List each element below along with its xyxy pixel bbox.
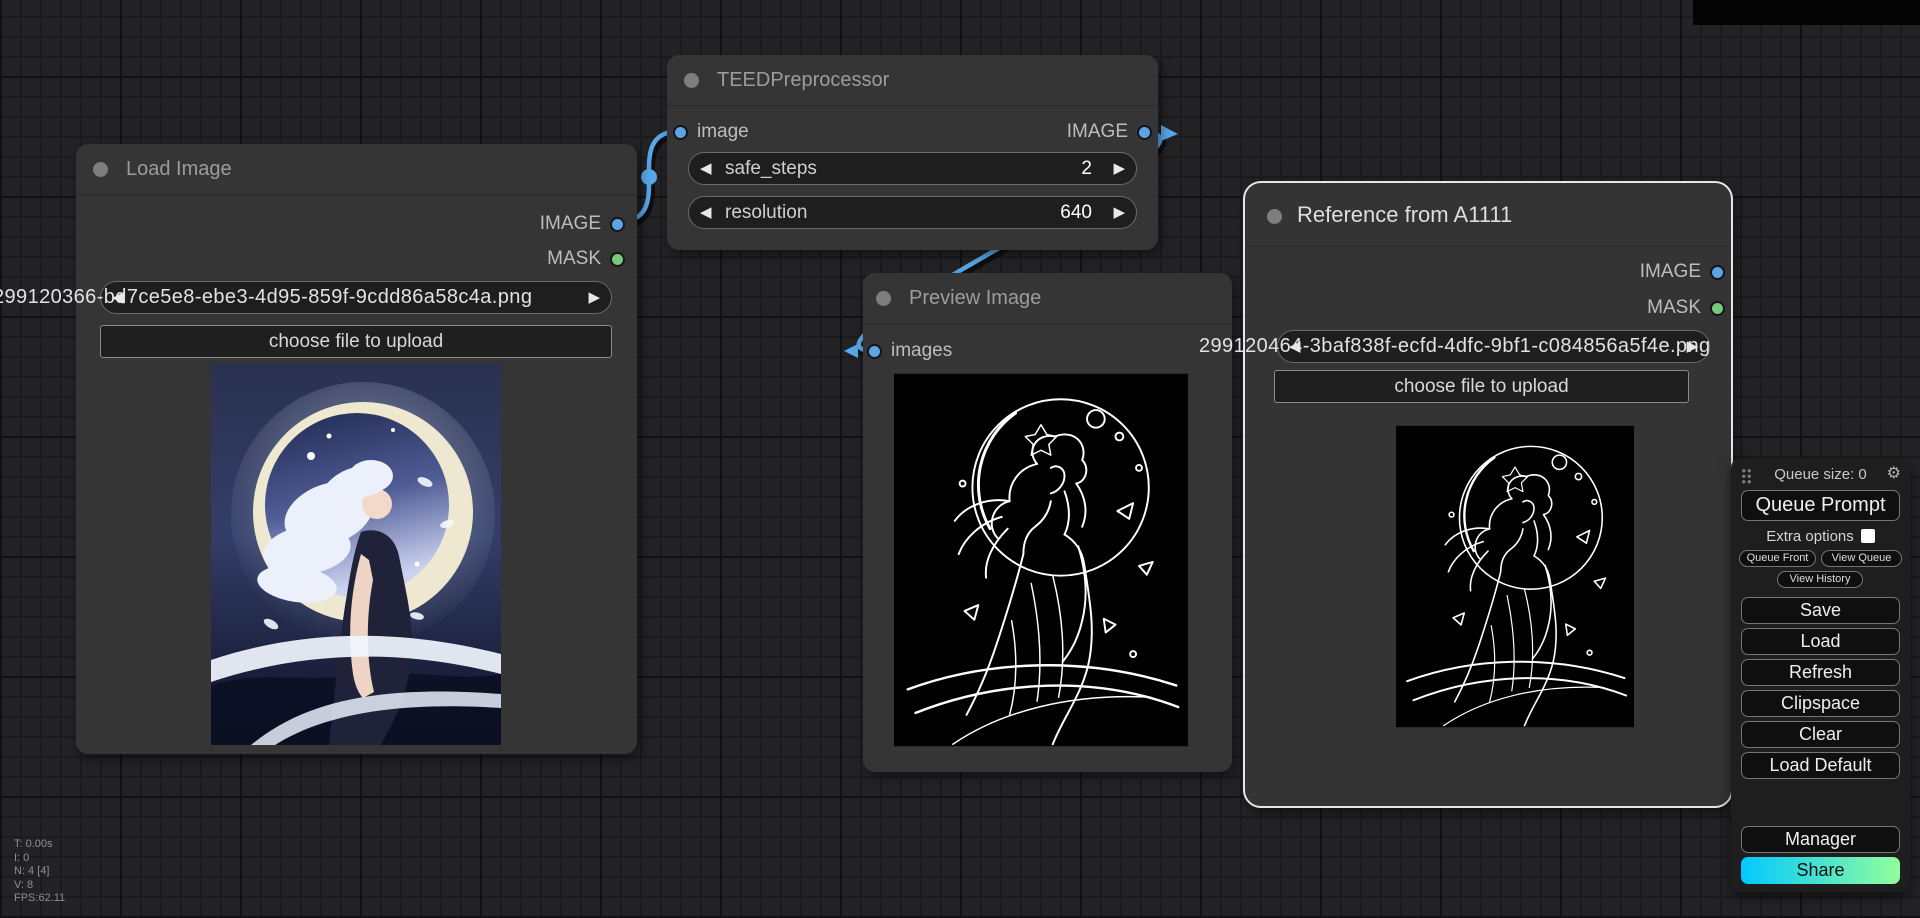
next-value-arrow-icon[interactable]: ▶ <box>588 282 600 313</box>
safe-steps-widget[interactable]: ◀ safe_steps 2 ▶ <box>688 152 1137 185</box>
input-label: image <box>697 121 749 143</box>
view-history-button[interactable]: View History <box>1777 571 1863 588</box>
output-label: MASK <box>547 248 601 270</box>
node-header[interactable]: Load Image <box>76 144 637 195</box>
images-input-dot[interactable] <box>867 344 882 359</box>
loaded-image-preview <box>211 364 501 745</box>
extra-options-checkbox[interactable] <box>1861 529 1875 543</box>
image-filename-widget[interactable]: 299120464-3baf838f-ecfd-4dfc-9bf1-c08485… <box>1277 330 1710 363</box>
extra-options-row: Extra options <box>1731 528 1910 545</box>
mask-output-dot[interactable] <box>1710 301 1725 316</box>
reference-lineart-image <box>1396 408 1634 745</box>
collapse-dot[interactable] <box>684 73 699 88</box>
output-slot-image[interactable]: IMAGE <box>1067 118 1152 146</box>
decrement-arrow-icon[interactable]: ◀ <box>700 153 712 184</box>
comfy-menu-panel: Queue size: 0 ⚙ Queue Prompt Extra optio… <box>1731 458 1910 892</box>
view-queue-button[interactable]: View Queue <box>1821 550 1902 567</box>
link-arrow-in <box>844 344 858 358</box>
node-title: Load Image <box>126 144 232 194</box>
output-label: IMAGE <box>1640 261 1701 283</box>
share-button[interactable]: Share <box>1741 857 1900 884</box>
stat-iterations: I: 0 <box>14 852 65 866</box>
choose-file-button[interactable]: choose file to upload <box>1274 370 1689 403</box>
filename-text: 299120464-3baf838f-ecfd-4dfc-9bf1-c08485… <box>1199 331 1711 362</box>
output-slot-mask[interactable]: MASK <box>1647 294 1725 322</box>
output-label: MASK <box>1647 297 1701 319</box>
stat-node-count: N: 4 [4] <box>14 865 65 879</box>
queue-prompt-button[interactable]: Queue Prompt <box>1741 490 1900 521</box>
black-overlay-box <box>1693 0 1920 25</box>
widget-name: safe_steps <box>725 153 817 184</box>
input-slot-images[interactable]: images <box>867 337 952 365</box>
node-header[interactable]: TEEDPreprocessor <box>667 55 1158 106</box>
stat-time: T: 0.00s <box>14 838 65 852</box>
choose-file-button[interactable]: choose file to upload <box>100 325 612 358</box>
input-slot-image[interactable]: image <box>673 118 749 146</box>
decrement-arrow-icon[interactable]: ◀ <box>700 197 712 228</box>
load-button[interactable]: Load <box>1741 628 1900 655</box>
image-output-dot[interactable] <box>1137 125 1152 140</box>
node-preview-image[interactable]: Preview Image images <box>863 273 1232 772</box>
filename-text: 299120366-bd7ce5e8-ebe3-4d95-859f-9cdd86… <box>0 282 532 313</box>
image-output-dot[interactable] <box>1710 265 1725 280</box>
widget-value: 2 <box>1081 153 1092 184</box>
next-value-arrow-icon[interactable]: ▶ <box>1686 331 1698 362</box>
output-label: IMAGE <box>1067 121 1128 143</box>
save-button[interactable]: Save <box>1741 597 1900 624</box>
node-load-image[interactable]: Load Image IMAGE MASK 299120366-bd7ce5e8… <box>76 144 637 754</box>
increment-arrow-icon[interactable]: ▶ <box>1113 153 1125 184</box>
stat-fps: FPS:62.11 <box>14 892 65 906</box>
prev-value-arrow-icon[interactable]: ◀ <box>1289 331 1301 362</box>
output-slot-image[interactable]: IMAGE <box>1640 258 1725 286</box>
load-default-button[interactable]: Load Default <box>1741 752 1900 779</box>
node-header[interactable]: Preview Image <box>863 273 1232 325</box>
clear-button[interactable]: Clear <box>1741 721 1900 748</box>
output-label: IMAGE <box>540 213 601 235</box>
stat-version: V: 8 <box>14 879 65 893</box>
node-teed-preprocessor[interactable]: TEEDPreprocessor image IMAGE ◀ safe_step… <box>667 55 1158 250</box>
link-arrow-out <box>1161 125 1178 141</box>
increment-arrow-icon[interactable]: ▶ <box>1113 197 1125 228</box>
input-label: images <box>891 340 952 362</box>
node-header[interactable]: Reference from A1111 <box>1245 183 1731 247</box>
image-input-dot[interactable] <box>673 125 688 140</box>
node-reference-a1111[interactable]: Reference from A1111 IMAGE MASK 29912046… <box>1243 181 1733 808</box>
collapse-dot[interactable] <box>1267 209 1282 224</box>
image-filename-widget[interactable]: 299120366-bd7ce5e8-ebe3-4d95-859f-9cdd86… <box>100 281 612 314</box>
preview-lineart-image <box>894 373 1188 747</box>
node-title: Preview Image <box>909 273 1041 324</box>
node-title: TEEDPreprocessor <box>717 55 889 105</box>
queue-size-label: Queue size: 0 <box>1731 466 1910 483</box>
collapse-dot[interactable] <box>876 291 891 306</box>
prev-value-arrow-icon[interactable]: ◀ <box>112 282 124 313</box>
link-midpoint-dot[interactable] <box>641 169 657 185</box>
widget-value: 640 <box>1060 197 1092 228</box>
canvas-stats: T: 0.00s I: 0 N: 4 [4] V: 8 FPS:62.11 <box>14 838 65 906</box>
collapse-dot[interactable] <box>93 162 108 177</box>
mask-output-dot[interactable] <box>610 252 625 267</box>
extra-options-label: Extra options <box>1766 528 1854 545</box>
refresh-button[interactable]: Refresh <box>1741 659 1900 686</box>
output-slot-image[interactable]: IMAGE <box>540 210 625 238</box>
widget-name: resolution <box>725 197 807 228</box>
settings-gear-icon[interactable]: ⚙ <box>1887 465 1901 483</box>
output-slot-mask[interactable]: MASK <box>547 245 625 273</box>
image-output-dot[interactable] <box>610 217 625 232</box>
manager-button[interactable]: Manager <box>1741 826 1900 853</box>
clipspace-button[interactable]: Clipspace <box>1741 690 1900 717</box>
queue-front-button[interactable]: Queue Front <box>1739 550 1816 567</box>
node-title: Reference from A1111 <box>1297 183 1512 246</box>
resolution-widget[interactable]: ◀ resolution 640 ▶ <box>688 196 1137 229</box>
